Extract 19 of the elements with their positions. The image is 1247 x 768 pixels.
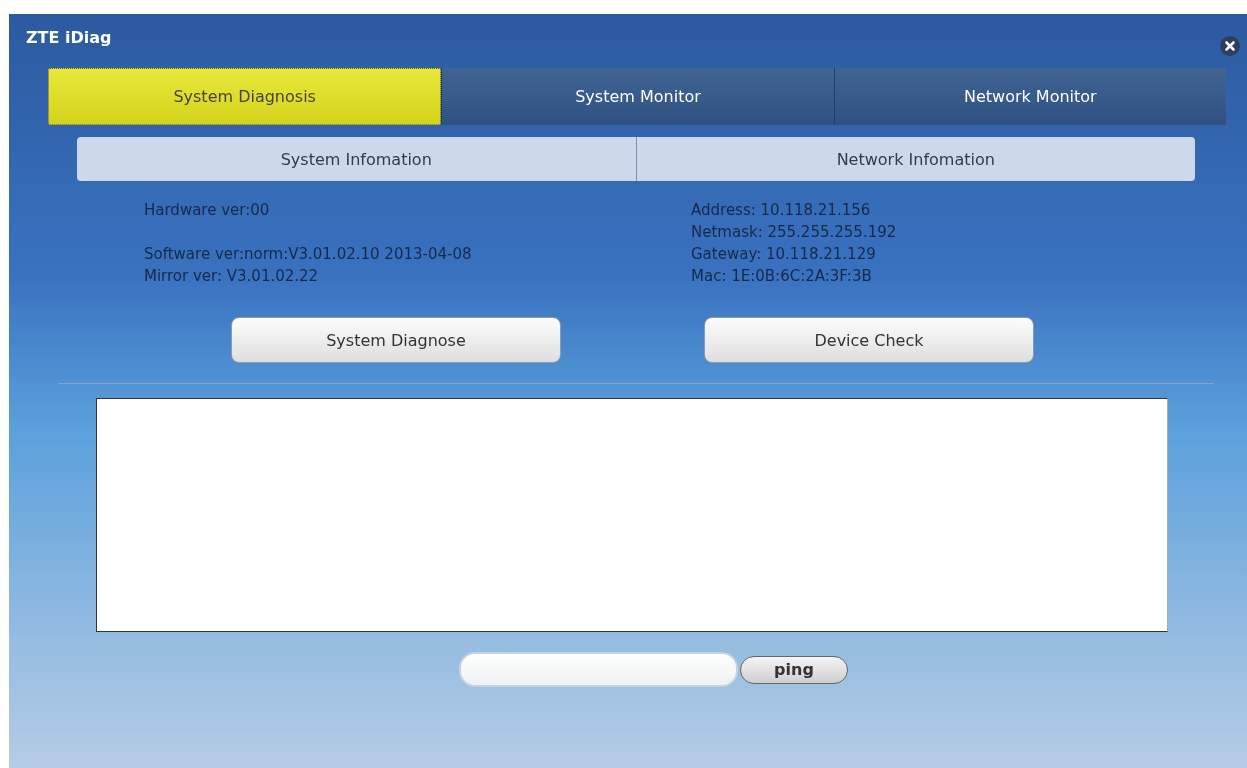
sub-tab[interactable]: System Infomation xyxy=(77,137,636,181)
sub-tab[interactable]: Network Infomation xyxy=(635,137,1195,181)
tab[interactable]: System Monitor xyxy=(441,68,834,125)
ping-button[interactable]: ping xyxy=(740,655,848,684)
info-text: Mac: 1E:0B:6C:2A:3F:3B xyxy=(691,266,873,287)
close-icon[interactable] xyxy=(1220,36,1240,56)
ping-address-field[interactable] xyxy=(459,652,738,687)
info-text: Mirror ver: V3.01.02.22 xyxy=(144,266,320,287)
info-text: Hardware ver:00 xyxy=(144,200,271,221)
info-text: Gateway: 10.118.21.129 xyxy=(691,244,877,265)
output-area[interactable] xyxy=(96,398,1168,632)
info-text: Netmask: 255.255.255.192 xyxy=(691,222,898,243)
window-title: ZTE iDiag xyxy=(26,27,112,47)
action-button[interactable]: System Diagnose xyxy=(231,317,561,363)
tab[interactable]: Network Monitor xyxy=(833,68,1226,125)
info-text: Software ver:norm:V3.01.02.10 2013-04-08 xyxy=(144,244,473,265)
tab[interactable]: System Diagnosis xyxy=(48,68,442,125)
info-text: Address: 10.118.21.156 xyxy=(691,200,872,221)
action-button[interactable]: Device Check xyxy=(704,317,1034,363)
